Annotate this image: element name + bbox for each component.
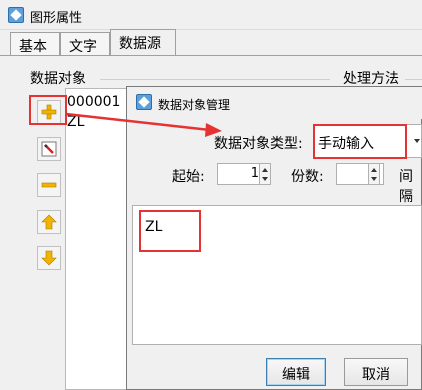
annotation-arrow — [65, 112, 222, 137]
